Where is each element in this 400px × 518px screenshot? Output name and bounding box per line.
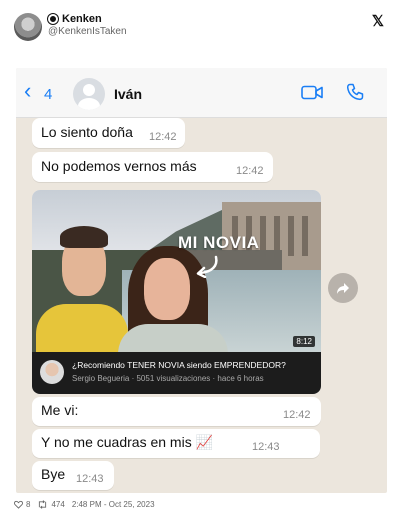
message-bubble[interactable]: Y no me cuadras en mis 📈 12:43 bbox=[32, 429, 320, 458]
author-handle[interactable]: @KenkenIsTaken bbox=[48, 26, 127, 37]
message-time: 12:42 bbox=[283, 409, 311, 421]
tweet-header: Kenken @KenkenIsTaken 𝕏 bbox=[0, 0, 400, 58]
video-thumbnail[interactable]: MI NOVIA 8:12 bbox=[32, 190, 321, 352]
message-text: Bye bbox=[41, 466, 66, 482]
retweet-count: 474 bbox=[51, 500, 65, 509]
x-logo-icon[interactable]: 𝕏 bbox=[372, 12, 384, 30]
verified-badge-icon bbox=[48, 14, 58, 24]
message-text: Lo siento doña bbox=[41, 124, 133, 140]
message-text: Me vi: bbox=[41, 402, 79, 418]
forward-button[interactable] bbox=[328, 273, 358, 303]
message-bubble[interactable]: Bye 12:43 bbox=[32, 461, 114, 490]
phone-icon[interactable] bbox=[346, 83, 364, 101]
video-camera-icon[interactable] bbox=[301, 85, 323, 100]
message-time: 12:42 bbox=[149, 131, 177, 143]
message-time: 12:43 bbox=[76, 473, 104, 485]
contact-name[interactable]: Iván bbox=[114, 86, 142, 102]
contact-avatar[interactable] bbox=[73, 78, 105, 110]
video-preview[interactable]: MI NOVIA 8:12 ¿Recomiendo TENER NOVIA si… bbox=[32, 190, 321, 394]
video-duration: 8:12 bbox=[293, 336, 315, 347]
tweet-timestamp[interactable]: 2:48 PM - Oct 25, 2023 bbox=[72, 500, 155, 509]
video-meta: Sergio Begueria · 5051 visualizaciones ·… bbox=[72, 374, 264, 383]
like-action[interactable]: 8 bbox=[14, 500, 30, 509]
chat-header: ‹ 4 Iván bbox=[16, 68, 387, 118]
message-bubble[interactable]: No podemos vernos más 12:42 bbox=[32, 152, 273, 182]
message-text: Y no me cuadras en mis 📈 bbox=[41, 434, 214, 450]
message-time: 12:43 bbox=[252, 441, 280, 453]
video-info[interactable]: ¿Recomiendo TENER NOVIA siendo EMPRENDED… bbox=[32, 352, 321, 394]
chat-screenshot: ‹ 4 Iván Lo siento doña 12:42 No podemos… bbox=[16, 68, 387, 493]
like-count: 8 bbox=[26, 500, 31, 509]
arrow-icon bbox=[196, 255, 218, 278]
back-count[interactable]: 4 bbox=[44, 86, 52, 103]
retweet-icon bbox=[39, 500, 47, 509]
author-name-row: Kenken bbox=[48, 13, 102, 25]
message-bubble[interactable]: Lo siento doña 12:42 bbox=[32, 118, 185, 148]
heart-icon bbox=[14, 500, 23, 509]
thumbnail-overlay-text: MI NOVIA bbox=[178, 233, 260, 252]
message-time: 12:42 bbox=[236, 165, 264, 177]
retweet-action[interactable]: 474 bbox=[37, 500, 65, 509]
video-title: ¿Recomiendo TENER NOVIA siendo EMPRENDED… bbox=[72, 360, 286, 370]
chevron-left-icon[interactable]: ‹ bbox=[24, 80, 31, 102]
message-bubble[interactable]: Me vi: 12:42 bbox=[32, 397, 321, 426]
message-text: No podemos vernos más bbox=[41, 158, 197, 174]
author-avatar[interactable] bbox=[14, 13, 42, 41]
forward-icon bbox=[337, 283, 349, 294]
person-image bbox=[36, 216, 128, 352]
channel-avatar bbox=[40, 360, 64, 384]
tweet-footer: 8 474 2:48 PM - Oct 25, 2023 bbox=[14, 500, 155, 509]
author-name[interactable]: Kenken bbox=[62, 13, 102, 25]
